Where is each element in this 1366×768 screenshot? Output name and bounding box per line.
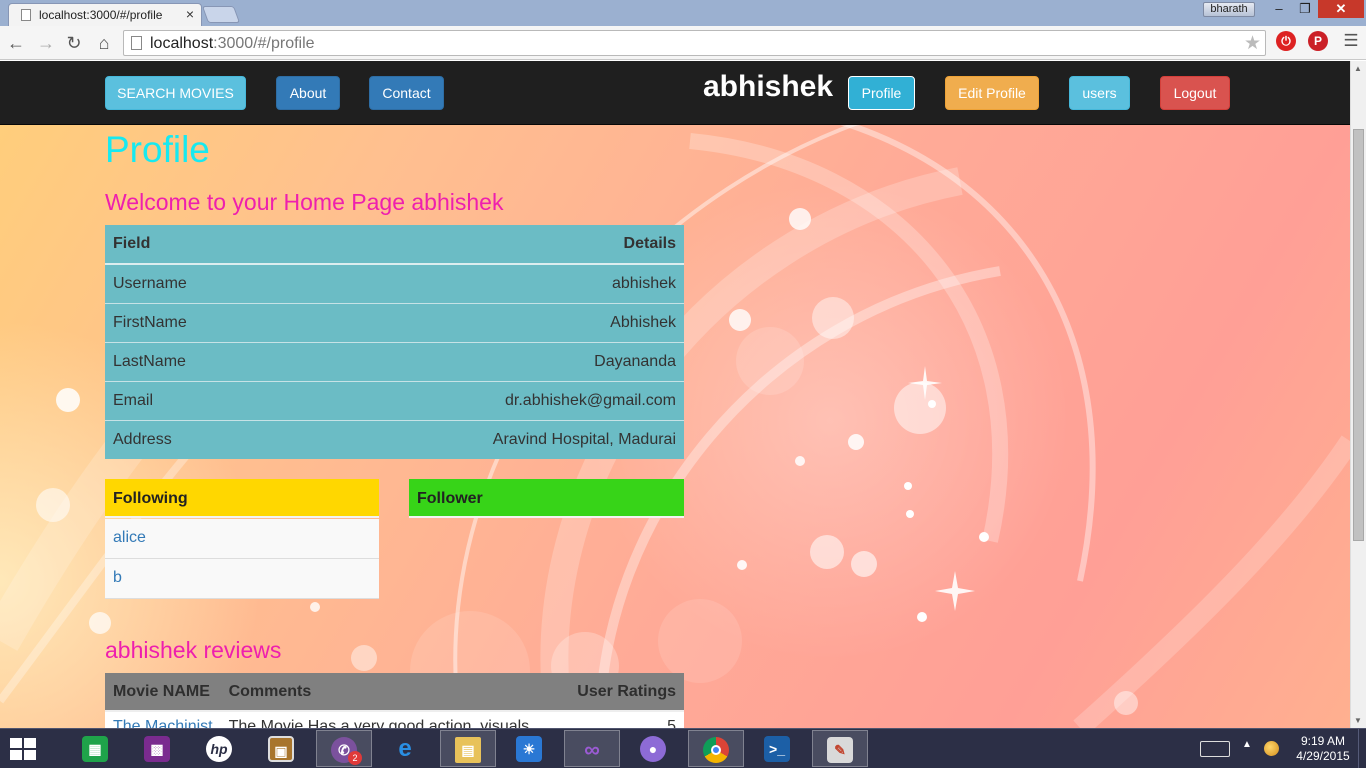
page-icon bbox=[21, 9, 31, 21]
profile-button[interactable]: Profile bbox=[848, 76, 915, 110]
app-navbar: SEARCH MOVIES About Contact abhishek Pro… bbox=[0, 61, 1350, 125]
page-icon bbox=[131, 36, 142, 50]
table-row: FirstName Abhishek bbox=[105, 302, 684, 342]
file-explorer-icon[interactable]: ▤ bbox=[440, 730, 496, 767]
bookmark-star-icon[interactable]: ★ bbox=[1244, 32, 1261, 55]
review-movie-cell: The Machinist bbox=[105, 711, 221, 728]
windows-taskbar: ▦ ▩ hp ▣ ✆ 2 e ▤ ☀ ∞ ● >_ ✎ ▲ 9:19 AM 4/… bbox=[0, 728, 1366, 768]
column-header-ratings: User Ratings bbox=[560, 673, 684, 712]
following-link-alice[interactable]: alice bbox=[105, 519, 379, 559]
search-movies-button[interactable]: SEARCH MOVIES bbox=[105, 76, 246, 110]
show-desktop-button[interactable] bbox=[1358, 729, 1366, 768]
field-label: Email bbox=[105, 380, 285, 420]
store-icon[interactable]: ▦ bbox=[68, 730, 124, 767]
field-value: Dayananda bbox=[284, 341, 684, 381]
new-tab-button[interactable] bbox=[201, 6, 241, 23]
address-bar[interactable]: localhost:3000/#/profile ★ bbox=[123, 30, 1266, 56]
window-user-badge: bharath bbox=[1203, 2, 1255, 17]
browser-toolbar: ← → ↻ ⌂ localhost:3000/#/profile ★ bbox=[0, 26, 1366, 60]
scroll-up-arrow-icon[interactable]: ▲ bbox=[1354, 64, 1362, 73]
home-icon[interactable]: ⌂ bbox=[92, 31, 116, 55]
field-value: Abhishek bbox=[284, 302, 684, 342]
close-tab-icon[interactable]: × bbox=[186, 6, 194, 22]
users-button[interactable]: users bbox=[1069, 76, 1130, 110]
remote-desktop-icon[interactable]: ▩ bbox=[130, 730, 186, 767]
welcome-heading: Welcome to your Home Page abhishek bbox=[105, 189, 504, 215]
column-header-comments: Comments bbox=[220, 673, 561, 712]
close-window-button[interactable]: ✕ bbox=[1318, 0, 1364, 18]
table-row: Username abhishek bbox=[105, 263, 684, 303]
scroll-thumb[interactable] bbox=[1353, 129, 1364, 541]
system-clock[interactable]: 9:19 AM 4/29/2015 bbox=[1290, 734, 1356, 764]
page-viewport: SEARCH MOVIES About Contact abhishek Pro… bbox=[0, 61, 1350, 728]
page-title: Profile bbox=[105, 129, 210, 170]
scroll-down-arrow-icon[interactable]: ▼ bbox=[1354, 716, 1362, 725]
profile-details-table: Field Details Username abhishek FirstNam… bbox=[105, 225, 684, 459]
pinterest-icon[interactable]: P bbox=[1308, 31, 1328, 51]
clock-time: 9:19 AM bbox=[1300, 734, 1346, 748]
following-list: alice b bbox=[105, 519, 379, 599]
field-value: dr.abhishek@gmail.com bbox=[284, 380, 684, 420]
table-row: The Machinist The Movie Has a very good … bbox=[105, 711, 684, 728]
show-hidden-icons-icon[interactable]: ▲ bbox=[1242, 739, 1252, 750]
back-arrow-icon[interactable]: ← bbox=[4, 31, 28, 55]
field-value: Aravind Hospital, Madurai bbox=[284, 419, 684, 459]
tab-title: localhost:3000/#/profile bbox=[39, 8, 163, 22]
following-link-b[interactable]: b bbox=[105, 559, 379, 599]
browser-tabstrip: localhost:3000/#/profile × bharath – ❐ ✕ bbox=[0, 0, 1366, 26]
navbar-username: abhishek bbox=[703, 70, 834, 103]
following-heading: Following bbox=[105, 479, 379, 518]
chrome-icon[interactable] bbox=[688, 730, 744, 767]
logout-button[interactable]: Logout bbox=[1160, 76, 1230, 110]
powershell-icon[interactable]: >_ bbox=[750, 730, 806, 767]
hp-icon[interactable]: hp bbox=[192, 730, 248, 767]
table-row: LastName Dayananda bbox=[105, 341, 684, 381]
field-value: abhishek bbox=[284, 263, 684, 303]
internet-explorer-icon[interactable]: e bbox=[378, 730, 434, 767]
maximize-button[interactable]: ❐ bbox=[1292, 0, 1318, 18]
field-label: Username bbox=[105, 263, 285, 303]
reviews-heading: abhishek reviews bbox=[105, 637, 282, 663]
field-label: Address bbox=[105, 419, 285, 459]
movie-link[interactable]: The Machinist bbox=[113, 718, 213, 729]
network-icon[interactable] bbox=[1264, 741, 1279, 756]
column-header-field: Field bbox=[105, 225, 285, 265]
browser-tab[interactable]: localhost:3000/#/profile × bbox=[8, 3, 202, 26]
reviews-table: Movie NAME Comments User Ratings The Mac… bbox=[105, 673, 684, 728]
page-scrollbar[interactable]: ▲ ▼ bbox=[1350, 61, 1366, 728]
notification-badge: 2 bbox=[348, 751, 362, 765]
power-extension-icon[interactable]: ⏻ bbox=[1276, 31, 1296, 51]
paint-icon[interactable]: ✎ bbox=[812, 730, 868, 767]
follower-heading: Follower bbox=[409, 479, 684, 518]
hamburger-menu-icon[interactable]: ☰ bbox=[1342, 31, 1360, 51]
edit-profile-button[interactable]: Edit Profile bbox=[945, 76, 1039, 110]
visual-studio-icon[interactable]: ∞ bbox=[564, 730, 620, 767]
contact-button[interactable]: Contact bbox=[369, 76, 444, 110]
column-header-details: Details bbox=[284, 225, 684, 265]
github-icon[interactable]: ● bbox=[626, 730, 682, 767]
about-button[interactable]: About bbox=[276, 76, 340, 110]
forward-arrow-icon[interactable]: → bbox=[34, 31, 58, 55]
column-header-movie: Movie NAME bbox=[105, 673, 221, 712]
field-label: LastName bbox=[105, 341, 285, 381]
review-rating: 5 bbox=[560, 711, 684, 728]
photos-icon[interactable]: ▣ bbox=[254, 730, 310, 767]
windows-start-icon[interactable] bbox=[10, 738, 36, 760]
url-text[interactable]: localhost:3000/#/profile bbox=[150, 35, 315, 53]
reload-icon[interactable]: ↻ bbox=[62, 31, 86, 55]
table-row: Email dr.abhishek@gmail.com bbox=[105, 380, 684, 420]
table-row: Address Aravind Hospital, Madurai bbox=[105, 419, 684, 459]
clock-date: 4/29/2015 bbox=[1296, 749, 1350, 763]
keyboard-icon[interactable] bbox=[1200, 741, 1230, 757]
field-label: FirstName bbox=[105, 302, 285, 342]
review-comment: The Movie Has a very good action, visual… bbox=[220, 711, 561, 728]
viber-icon[interactable]: ✆ 2 bbox=[316, 730, 372, 767]
minimize-button[interactable]: – bbox=[1266, 0, 1292, 18]
weather-icon[interactable]: ☀ bbox=[502, 730, 558, 767]
